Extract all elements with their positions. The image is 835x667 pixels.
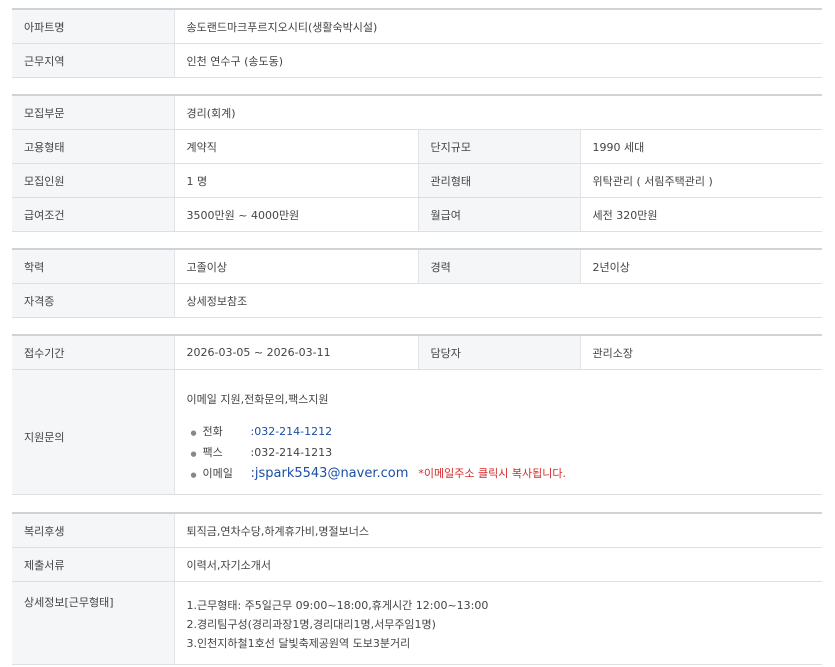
bullet-icon: ● <box>190 428 197 437</box>
education-value: 고졸이상 <box>174 249 419 284</box>
table-row: 접수기간 2026-03-05 ~ 2026-03-11 담당자 관리소장 <box>12 335 822 370</box>
qualification-table: 학력 고졸이상 경력 2년이상 자격증 상세정보참조 <box>12 248 822 318</box>
table-row: 학력 고졸이상 경력 2년이상 <box>12 249 822 284</box>
additional-info-table: 복리후생 퇴직금,연차수당,하계휴가비,명절보너스 제출서류 이력서,자기소개서… <box>12 512 822 665</box>
fax-value: :032-214-1213 <box>250 445 333 459</box>
employment-type-label: 고용형태 <box>12 129 175 164</box>
inquiry-cell: 이메일 지원,전화문의,팩스지원 ● 전화 :032-214-1212 ● 팩스 :03… <box>174 369 823 495</box>
salary-value: 3500만원 ~ 4000만원 <box>174 197 419 232</box>
welfare-value: 퇴직금,연차수당,하계휴가비,명절보너스 <box>174 513 822 548</box>
list-item: ● 팩스 :032-214-1213 <box>191 442 823 463</box>
bullet-icon: ● <box>190 470 197 479</box>
apartment-name-label: 아파트명 <box>12 9 175 44</box>
salary-label: 급여조건 <box>12 197 175 232</box>
headcount-label: 모집인원 <box>12 163 175 198</box>
detail-line: 1.근무형태: 주5일근무 09:00~18:00,휴게시간 12:00~13:… <box>186 598 489 612</box>
contact-person-value: 관리소장 <box>580 335 822 370</box>
complex-size-label: 단지규모 <box>418 129 581 164</box>
table-row: 근무지역 인천 연수구 (송도동) <box>12 43 822 78</box>
work-region-label: 근무지역 <box>12 43 175 78</box>
contact-person-label: 담당자 <box>418 335 581 370</box>
employment-type-value: 계약직 <box>174 129 419 164</box>
career-value: 2년이상 <box>580 249 822 284</box>
career-label: 경력 <box>418 249 581 284</box>
documents-value: 이력서,자기소개서 <box>174 547 822 582</box>
headcount-value: 1 명 <box>174 163 419 198</box>
table-row: 모집인원 1 명 관리형태 위탁관리 ( 서림주택관리 ) <box>12 163 822 198</box>
email-copy-notice: *이메일주소 클릭시 복사됩니다. <box>418 466 566 480</box>
certificate-label: 자격증 <box>12 283 175 318</box>
monthly-salary-label: 월급여 <box>418 197 581 232</box>
bullet-icon: ● <box>190 449 197 458</box>
list-item: ● 전화 :032-214-1212 <box>191 421 823 442</box>
department-value: 경리(회계) <box>174 95 822 130</box>
table-row: 지원문의 이메일 지원,전화문의,팩스지원 ● 전화 :032-214-1212 ●… <box>12 369 823 495</box>
email-label: 이메일 <box>202 466 233 480</box>
complex-size-value: 1990 세대 <box>580 129 822 164</box>
table-row: 모집부문 경리(회계) <box>12 95 822 130</box>
list-item: ● 이메일 :jspark5543@naver.com *이메일주소 클릭시 복사됩니… <box>191 463 823 484</box>
welfare-label: 복리후생 <box>12 513 175 548</box>
department-label: 모집부문 <box>12 95 175 130</box>
management-type-label: 관리형태 <box>418 163 581 198</box>
documents-label: 제출서류 <box>12 547 175 582</box>
phone-label: 전화 <box>202 424 223 438</box>
detail-info-value: 1.근무형태: 주5일근무 09:00~18:00,휴게시간 12:00~13:… <box>174 581 822 665</box>
table-row: 급여조건 3500만원 ~ 4000만원 월급여 세전 320만원 <box>12 197 822 232</box>
contact-list: ● 전화 :032-214-1212 ● 팩스 :032-214-1213 ● 이메일 :j… <box>187 421 823 484</box>
application-table: 접수기간 2026-03-05 ~ 2026-03-11 담당자 관리소장 지원… <box>12 334 822 495</box>
certificate-value: 상세정보참조 <box>174 283 822 318</box>
table-row: 상세정보[근무형태] 1.근무형태: 주5일근무 09:00~18:00,휴게시… <box>12 581 822 665</box>
detail-line: 2.경리팀구성(경리과장1명,경리대리1명,서무주임1명) <box>186 617 436 631</box>
table-row: 고용형태 계약직 단지규모 1990 세대 <box>12 129 822 164</box>
work-region-value: 인천 연수구 (송도동) <box>174 43 822 78</box>
monthly-salary-value: 세전 320만원 <box>580 197 822 232</box>
fax-label: 팩스 <box>202 445 223 459</box>
recruitment-table: 모집부문 경리(회계) 고용형태 계약직 단지규모 1990 세대 모집인원 1… <box>12 94 822 232</box>
table-row: 제출서류 이력서,자기소개서 <box>12 547 822 582</box>
job-detail-page: 아파트명 송도랜드마크푸르지오시티(생활숙박시설) 근무지역 인천 연수구 (송… <box>0 0 835 667</box>
management-type-value: 위탁관리 ( 서림주택관리 ) <box>580 163 822 198</box>
application-period-value: 2026-03-05 ~ 2026-03-11 <box>174 335 419 370</box>
inquiry-methods: 이메일 지원,전화문의,팩스지원 <box>186 392 329 406</box>
email-copy-link[interactable]: :jspark5543@naver.com <box>251 466 409 481</box>
table-row: 복리후생 퇴직금,연차수당,하계휴가비,명절보너스 <box>12 513 822 548</box>
apartment-name-value: 송도랜드마크푸르지오시티(생활숙박시설) <box>174 9 822 44</box>
apartment-info-table: 아파트명 송도랜드마크푸르지오시티(생활숙박시설) 근무지역 인천 연수구 (송… <box>12 8 822 78</box>
inquiry-label: 지원문의 <box>12 369 175 495</box>
education-label: 학력 <box>12 249 175 284</box>
application-period-label: 접수기간 <box>12 335 175 370</box>
detail-info-label: 상세정보[근무형태] <box>12 581 175 665</box>
table-row: 아파트명 송도랜드마크푸르지오시티(생활숙박시설) <box>12 9 822 44</box>
detail-line: 3.인천지하철1호선 달빛축제공원역 도보3분거리 <box>186 636 411 650</box>
phone-link[interactable]: :032-214-1212 <box>251 425 333 438</box>
table-row: 자격증 상세정보참조 <box>12 283 822 318</box>
